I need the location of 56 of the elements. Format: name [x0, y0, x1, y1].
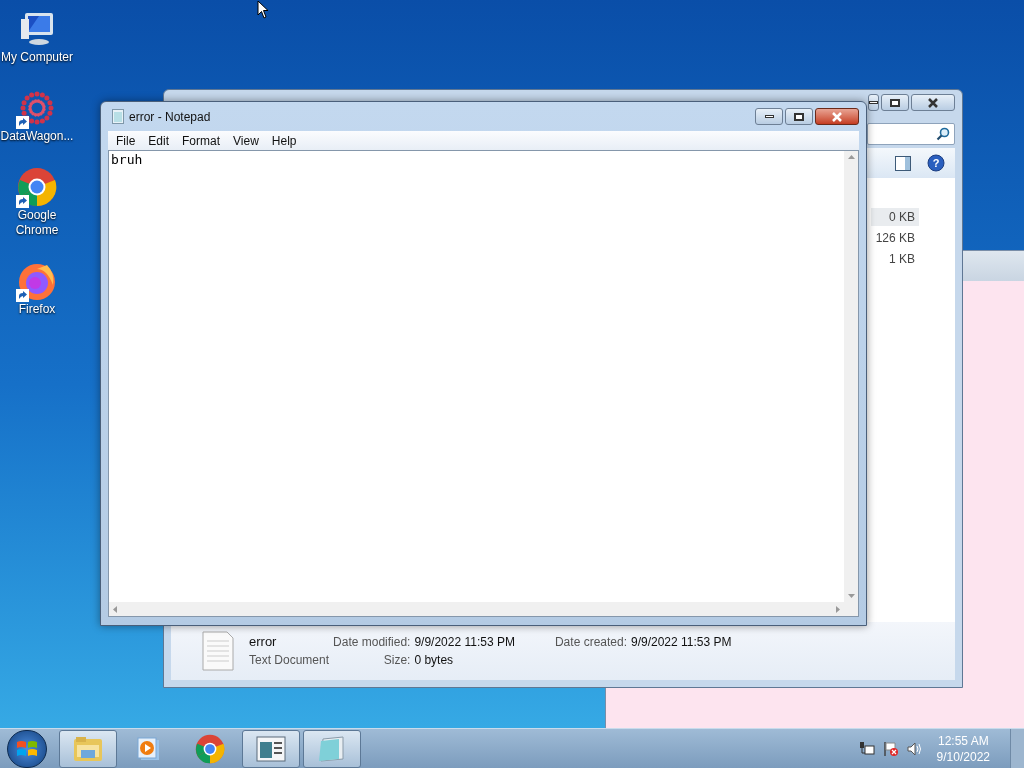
media-player-icon: [136, 735, 162, 762]
maximize-button[interactable]: [881, 94, 909, 111]
minimize-button[interactable]: [755, 108, 783, 125]
maximize-button[interactable]: [785, 108, 813, 125]
menu-item[interactable]: Help: [265, 131, 303, 150]
close-icon: [831, 111, 843, 122]
details-pane: error Date modified: 9/9/2022 11:53 PM Date created: 9/9/2022 11:53 PM Text Document Size: 0 bytes: [171, 622, 955, 680]
close-button[interactable]: [815, 108, 859, 125]
start-button[interactable]: [7, 729, 47, 768]
mouse-pointer-icon: [257, 0, 269, 19]
help-icon[interactable]: ?: [927, 154, 945, 172]
maximize-icon: [890, 98, 900, 107]
menu-item[interactable]: Edit: [142, 131, 176, 150]
windows-logo-icon: [16, 738, 38, 759]
network-icon[interactable]: [858, 740, 875, 757]
desktop-shortcut[interactable]: Google Chrome: [0, 166, 74, 238]
desktop-shortcut[interactable]: My Computer: [0, 8, 74, 65]
notepad-icon: [112, 109, 124, 124]
scroll-left-arrow-icon: [113, 605, 117, 613]
close-button[interactable]: [911, 94, 955, 111]
minimize-icon: [764, 115, 774, 118]
desktop-shortcut[interactable]: DataWagon...: [0, 87, 74, 144]
chrome-icon: [17, 167, 57, 207]
taskbar-button[interactable]: [59, 729, 117, 768]
maximize-icon: [794, 112, 804, 121]
menu-item[interactable]: File: [110, 131, 142, 150]
vertical-scrollbar[interactable]: [844, 151, 858, 602]
taskbar-button[interactable]: [303, 729, 361, 768]
file-size-cell[interactable]: 126 KB: [871, 229, 919, 247]
window-title: error - Notepad: [129, 108, 211, 126]
menu-item[interactable]: View: [227, 131, 265, 150]
scroll-up-arrow-icon: [847, 155, 855, 159]
search-field[interactable]: [867, 123, 955, 145]
minimize-icon: [869, 101, 878, 104]
computer-icon: [19, 11, 55, 47]
menu-item[interactable]: Format: [176, 131, 227, 150]
file-size-cell[interactable]: 1 KB: [871, 250, 919, 268]
search-icon: [936, 127, 950, 141]
chrome-icon: [195, 733, 225, 764]
text-document-icon: [201, 631, 235, 671]
minimize-button[interactable]: [868, 94, 879, 111]
close-icon: [927, 97, 939, 108]
file-size-cell[interactable]: 0 KB: [871, 208, 919, 226]
scroll-right-arrow-icon: [836, 605, 840, 613]
desktop-shortcut[interactable]: Firefox: [0, 260, 74, 317]
notepad-icon: [317, 734, 347, 763]
speaker-icon[interactable]: [906, 740, 923, 757]
horizontal-scrollbar[interactable]: [109, 602, 844, 616]
window-icon: [256, 735, 286, 762]
flag-icon[interactable]: [882, 740, 899, 757]
firefox-icon: [17, 261, 57, 301]
folder-icon: [73, 735, 103, 762]
taskbar-button[interactable]: [242, 729, 300, 768]
show-desktop-button[interactable]: [1010, 728, 1024, 768]
preview-pane-icon[interactable]: [895, 155, 911, 171]
scroll-down-arrow-icon: [847, 594, 855, 598]
